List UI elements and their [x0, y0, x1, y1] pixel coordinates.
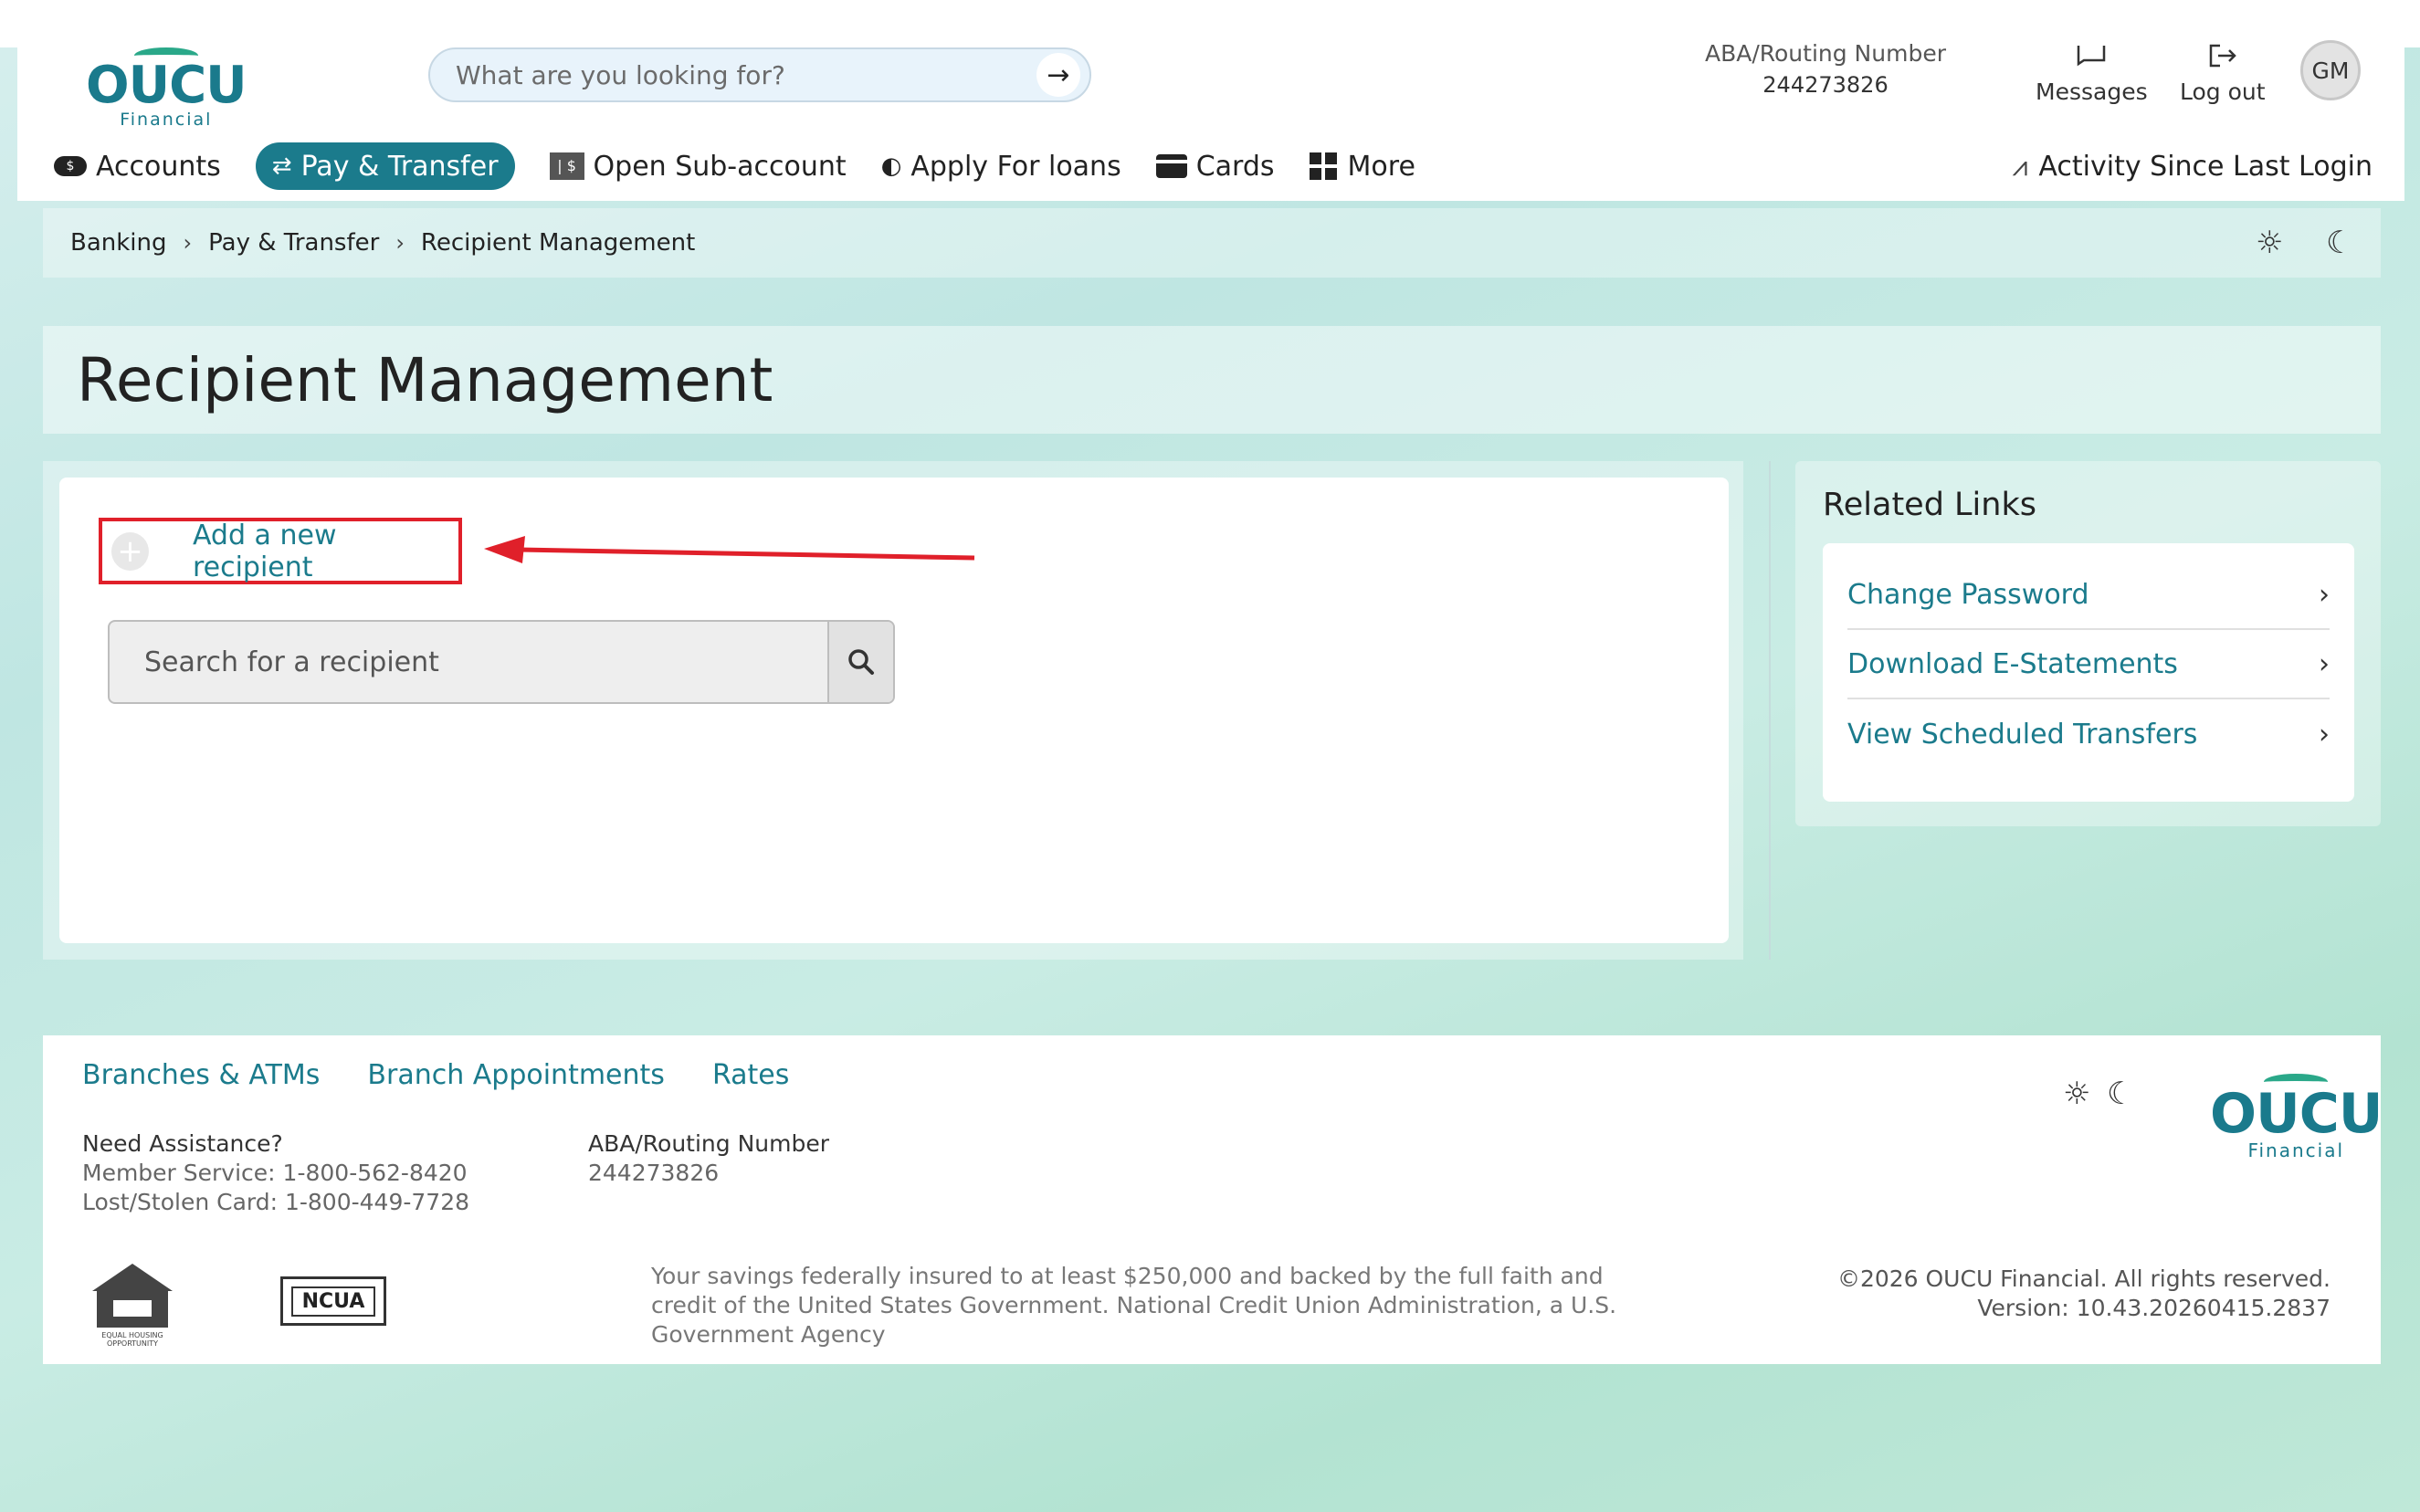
search-submit-arrow-icon[interactable]: → [1036, 53, 1080, 97]
chevron-right-icon: › [395, 230, 405, 256]
footer-dark-mode-moon-icon[interactable]: ☾ [2107, 1076, 2134, 1112]
nav-item-label: Apply For loans [910, 150, 1121, 183]
messages-button[interactable]: Messages [2036, 42, 2148, 105]
footer-link-branch-appointments[interactable]: Branch Appointments [367, 1059, 665, 1091]
related-link-label: Change Password [1847, 578, 2089, 611]
footer-light-mode-sun-icon[interactable]: ☼ [2063, 1076, 2090, 1112]
footer-oucu-logo: OUCU Financial [2210, 1074, 2383, 1161]
breadcrumb-item-current: Recipient Management [420, 229, 696, 257]
lost-card-phone: Lost/Stolen Card: 1-800-449-7728 [82, 1189, 469, 1215]
top-strip [0, 0, 2420, 47]
footer-links: Branches & ATMs Branch Appointments Rate… [82, 1059, 836, 1091]
nav-item-label: More [1347, 150, 1415, 183]
house-body-icon [97, 1291, 168, 1328]
chevron-right-icon: › [2319, 647, 2330, 680]
logo-sub: Financial [120, 110, 213, 130]
messages-label: Messages [2036, 79, 2148, 105]
add-recipient-button[interactable]: + Add a new recipient [99, 518, 462, 584]
footer-link-rates[interactable]: Rates [712, 1059, 789, 1091]
related-link-label: View Scheduled Transfers [1847, 718, 2198, 751]
footer-link-branches-atms[interactable]: Branches & ATMs [82, 1059, 320, 1091]
logo-sub: Financial [2247, 1139, 2345, 1161]
footer-aba-label: ABA/Routing Number [588, 1130, 830, 1157]
related-link-download-estatements[interactable]: Download E-Statements › [1847, 630, 2330, 699]
aba-routing-value: 244273826 [1762, 72, 1889, 98]
activity-label: Activity Since Last Login [2038, 150, 2373, 183]
page-title: Recipient Management [77, 344, 773, 415]
header: OUCU Financial What are you looking for?… [17, 40, 2404, 201]
footer-aba: ABA/Routing Number 244273826 [588, 1129, 829, 1188]
logo-mark: OUCU [2210, 1082, 2383, 1146]
loan-icon: ◐ [880, 152, 902, 180]
member-service-phone: Member Service: 1-800-562-8420 [82, 1160, 468, 1186]
global-search-placeholder: What are you looking for? [456, 59, 785, 90]
nav-item-pay-transfer[interactable]: ⇄ Pay & Transfer [255, 142, 515, 190]
assistance-title: Need Assistance? [82, 1130, 283, 1157]
recipient-search-input[interactable]: Search for a recipient [110, 622, 827, 702]
nav-item-open-sub-account[interactable]: | $ Open Sub-account [549, 142, 847, 190]
related-link-view-scheduled-transfers[interactable]: View Scheduled Transfers › [1847, 699, 2330, 769]
add-recipient-label: Add a new recipient [192, 519, 337, 583]
breadcrumb: Banking › Pay & Transfer › Recipient Man… [43, 208, 2381, 278]
grid-icon [1309, 152, 1337, 180]
card-icon [1155, 154, 1187, 178]
global-search-input[interactable]: What are you looking for? → [428, 47, 1091, 102]
message-icon [2036, 42, 2148, 79]
dark-mode-moon-icon[interactable]: ☾ [2326, 225, 2353, 261]
related-link-label: Download E-Statements [1847, 647, 2178, 680]
nav-item-label: Pay & Transfer [300, 150, 499, 183]
activity-chart-icon: ⩘ [2012, 150, 2028, 183]
annotation-red-arrow [484, 536, 975, 563]
logo-mark: OUCU [86, 56, 247, 115]
nav-item-label: Open Sub-account [593, 150, 847, 183]
version-text: Version: 10.43.20260415.2837 [1977, 1295, 2331, 1321]
search-icon [848, 649, 874, 675]
aba-routing-header: ABA/Routing Number 244273826 [1679, 40, 1972, 98]
main-nav: $ Accounts ⇄ Pay & Transfer | $ Open Sub… [54, 142, 1450, 190]
equal-housing-text: EQUAL HOUSING OPPORTUNITY [101, 1331, 163, 1348]
avatar[interactable]: GM [2300, 40, 2361, 100]
house-roof-icon [92, 1264, 173, 1291]
recipient-search: Search for a recipient [108, 620, 895, 704]
light-mode-sun-icon[interactable]: ☼ [2256, 225, 2283, 261]
nav-item-label: Cards [1195, 150, 1275, 183]
sub-account-icon: | $ [549, 152, 584, 180]
chevron-right-icon: › [183, 230, 193, 256]
logout-button[interactable]: Log out [2180, 42, 2266, 105]
nav-item-cards[interactable]: Cards [1155, 142, 1275, 190]
nav-item-more[interactable]: More [1309, 142, 1415, 190]
copyright-block: ©2026 OUCU Financial. All rights reserve… [1837, 1265, 2331, 1323]
logout-label: Log out [2180, 79, 2266, 105]
insurance-disclaimer: Your savings federally insured to at lea… [651, 1263, 1617, 1348]
cash-pill-icon: $ [54, 156, 87, 176]
logout-icon [2180, 42, 2266, 79]
related-link-change-password[interactable]: Change Password › [1847, 561, 2330, 630]
breadcrumb-item-banking[interactable]: Banking [70, 229, 167, 257]
activity-since-last-login[interactable]: ⩘ Activity Since Last Login [2013, 142, 2373, 190]
breadcrumb-item-pay-transfer[interactable]: Pay & Transfer [208, 229, 379, 257]
aba-routing-label: ABA/Routing Number [1704, 40, 1946, 67]
column-divider [1769, 461, 1771, 960]
nav-item-label: Accounts [96, 150, 221, 183]
chevron-right-icon: › [2319, 578, 2330, 611]
recipient-search-button[interactable] [827, 622, 893, 702]
nav-item-apply-loans[interactable]: ◐ Apply For loans [881, 142, 1121, 190]
related-links-title: Related Links [1823, 487, 2036, 523]
transfer-arrows-icon: ⇄ [271, 152, 292, 180]
equal-housing-logo: EQUAL HOUSING OPPORTUNITY [90, 1264, 174, 1348]
footer: Branches & ATMs Branch Appointments Rate… [43, 1035, 2383, 1364]
nav-item-accounts[interactable]: $ Accounts [54, 142, 221, 190]
oucu-logo[interactable]: OUCU Financial [86, 47, 247, 129]
footer-assistance: Need Assistance? Member Service: 1-800-5… [82, 1129, 469, 1217]
ncua-text: NCUA [290, 1286, 376, 1317]
ncua-logo: NCUA [280, 1276, 386, 1326]
copyright-text: ©2026 OUCU Financial. All rights reserve… [1836, 1265, 2331, 1292]
page-title-bar: Recipient Management [43, 326, 2381, 434]
plus-circle-icon: + [111, 531, 149, 571]
footer-aba-value: 244273826 [588, 1160, 720, 1186]
chevron-right-icon: › [2319, 718, 2330, 751]
related-links-list: Change Password › Download E-Statements … [1823, 543, 2354, 802]
